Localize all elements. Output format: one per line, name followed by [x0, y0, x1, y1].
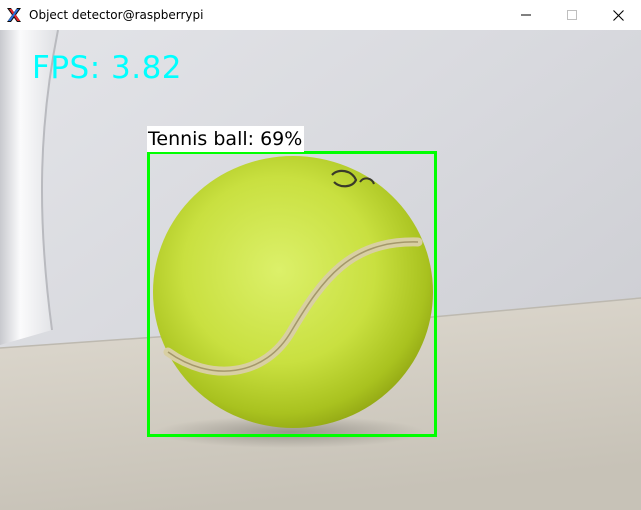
close-icon	[612, 9, 624, 21]
object-detector-window: Object detector@raspberrypi FPS: 3.82 Te…	[0, 0, 641, 510]
minimize-icon	[521, 14, 531, 16]
close-button[interactable]	[595, 0, 641, 30]
window-titlebar[interactable]: Object detector@raspberrypi	[0, 0, 641, 30]
maximize-button[interactable]	[549, 0, 595, 30]
detection-label: Tennis ball: 69%	[147, 126, 305, 152]
x11-icon	[7, 8, 21, 22]
maximize-icon	[567, 10, 577, 20]
fps-counter: FPS: 3.82	[32, 50, 183, 86]
minimize-button[interactable]	[503, 0, 549, 30]
detection-bounding-box	[147, 151, 437, 437]
window-title: Object detector@raspberrypi	[29, 8, 204, 22]
window-controls	[503, 0, 641, 30]
camera-feed: FPS: 3.82 Tennis ball: 69%	[0, 30, 641, 510]
